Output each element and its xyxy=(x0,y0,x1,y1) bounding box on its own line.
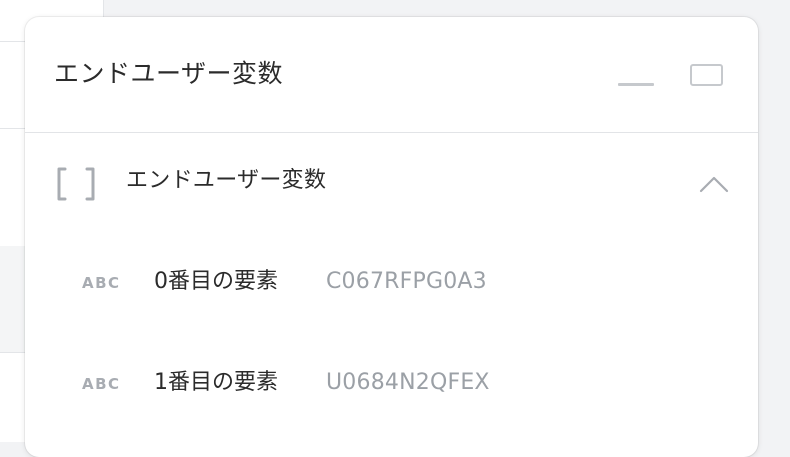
array-bracket-icon xyxy=(57,167,95,201)
item-label: 1番目の要素 xyxy=(154,370,278,395)
maximize-icon xyxy=(690,64,723,86)
section-label: エンドユーザー変数 xyxy=(126,168,327,193)
minimize-icon xyxy=(618,83,654,86)
variable-section-toggle[interactable]: エンドユーザー変数 xyxy=(25,149,758,215)
panel-header: エンドユーザー変数 xyxy=(25,17,758,133)
list-item[interactable]: ABC 1番目の要素 U0684N2QFEX xyxy=(25,354,758,414)
list-item[interactable]: ABC 0番目の要素 C067RFPG0A3 xyxy=(25,253,758,313)
minimize-button[interactable] xyxy=(613,67,661,97)
item-label: 0番目の要素 xyxy=(154,269,278,294)
panel-title: エンドユーザー変数 xyxy=(54,59,284,88)
end-user-variables-panel: エンドユーザー変数 エンドユーザー変数 ABC 0番目の要素 C067RFPG0… xyxy=(25,17,758,457)
chevron-up-icon[interactable] xyxy=(697,173,731,195)
maximize-button[interactable] xyxy=(687,61,727,91)
string-type-badge: ABC xyxy=(82,274,121,292)
item-value: U0684N2QFEX xyxy=(326,370,490,395)
string-type-badge: ABC xyxy=(82,375,121,393)
item-value: C067RFPG0A3 xyxy=(326,269,487,294)
